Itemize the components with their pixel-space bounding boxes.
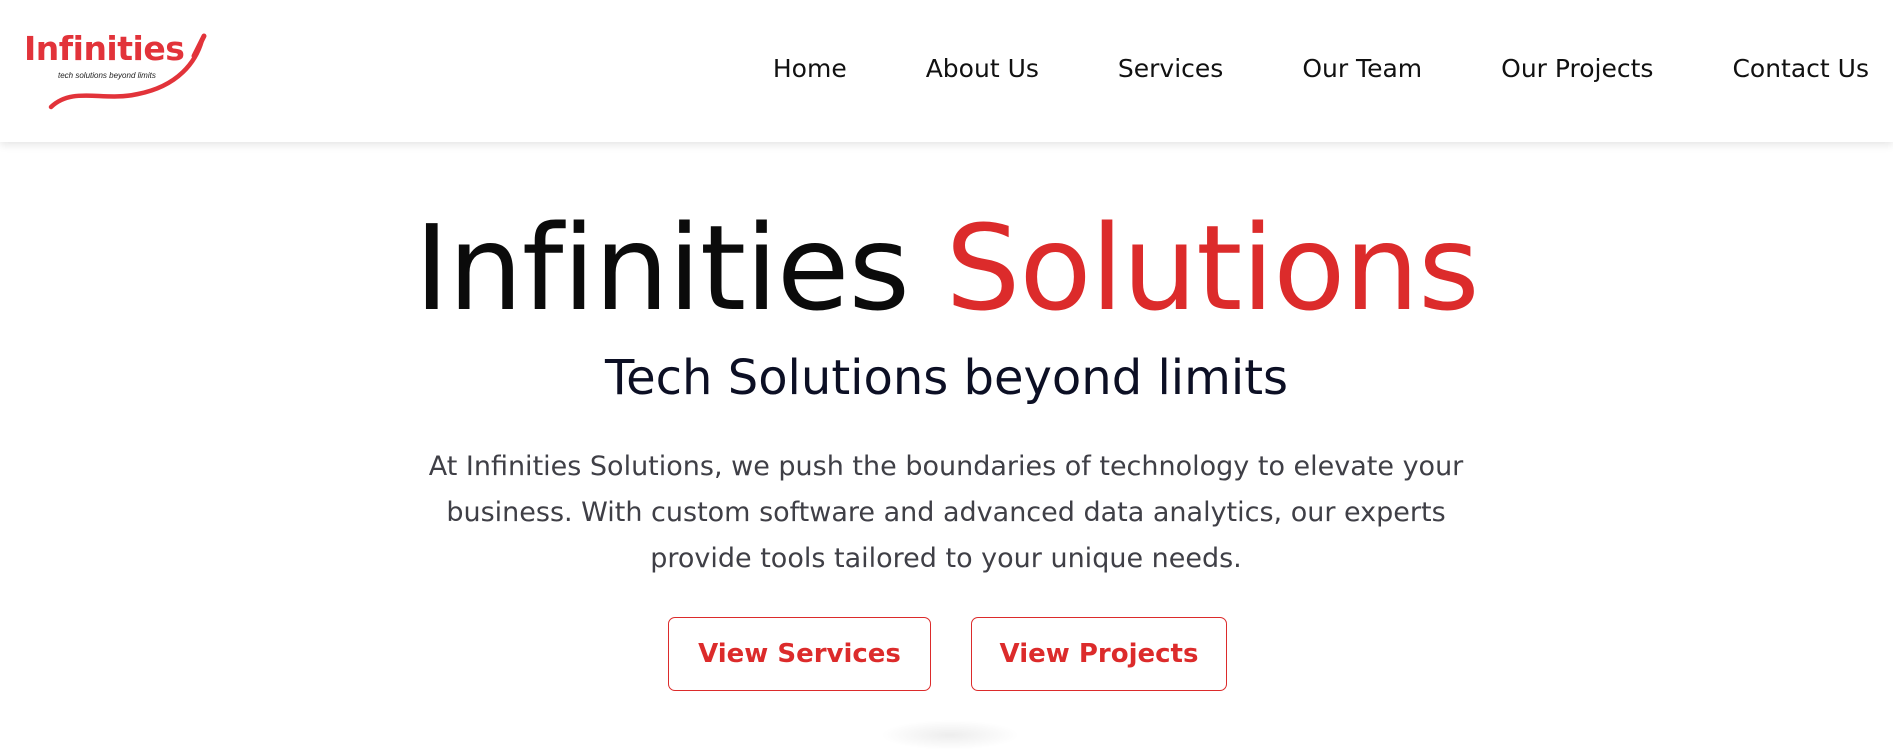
nav-link-our-projects[interactable]: Our Projects <box>1501 51 1653 86</box>
main-nav: Home About Us Services Our Team Our Proj… <box>773 51 1869 86</box>
hero-subtitle: Tech Solutions beyond limits <box>604 350 1289 406</box>
logo-wordmark: Infinities <box>24 29 185 68</box>
nav-link-contact-us[interactable]: Contact Us <box>1732 51 1869 86</box>
view-projects-button[interactable]: View Projects <box>971 617 1227 691</box>
nav-link-our-team[interactable]: Our Team <box>1302 51 1422 86</box>
view-services-button[interactable]: View Services <box>668 617 931 691</box>
scroll-indicator-shadow <box>880 720 1020 750</box>
hero-title-accent: Solutions <box>945 199 1479 337</box>
hero-section: Infinities Solutions Tech Solutions beyo… <box>0 142 1893 750</box>
nav-link-services[interactable]: Services <box>1118 51 1223 86</box>
nav-link-home[interactable]: Home <box>773 51 847 86</box>
logo-tagline: tech solutions beyond limits <box>58 71 156 80</box>
top-navbar: Infinities tech solutions beyond limits … <box>0 0 1893 142</box>
hero-description: At Infinities Solutions, we push the bou… <box>428 451 1464 574</box>
hero-title: Infinities Solutions <box>0 203 1893 334</box>
brand-logo[interactable]: Infinities tech solutions beyond limits <box>18 28 208 116</box>
hero-title-main: Infinities <box>414 199 910 337</box>
nav-link-about-us[interactable]: About Us <box>926 51 1039 86</box>
